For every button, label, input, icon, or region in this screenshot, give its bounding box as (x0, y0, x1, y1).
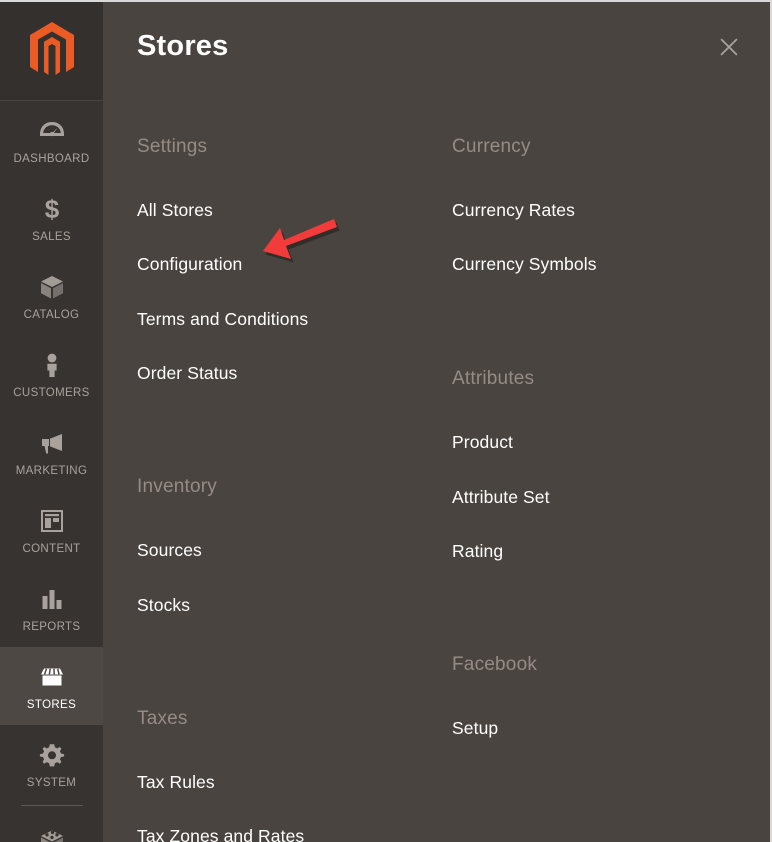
dollar-icon: $ (37, 194, 67, 224)
sidebar-item-extensions[interactable] (0, 806, 103, 842)
menu-item-stocks[interactable]: Stocks (137, 595, 190, 616)
menu-group-facebook: Facebook (452, 654, 537, 676)
magento-logo-icon (28, 22, 76, 80)
menu-item-product[interactable]: Product (452, 432, 513, 453)
sidebar-item-label: SYSTEM (26, 776, 77, 789)
menu-item-setup[interactable]: Setup (452, 718, 498, 739)
bar-chart-icon (37, 584, 67, 614)
gear-icon (37, 740, 67, 770)
page-title: Stores (137, 30, 229, 62)
box-icon (37, 272, 67, 302)
sidebar-item-label: CUSTOMERS (13, 386, 90, 399)
menu-item-currency-symbols[interactable]: Currency Symbols (452, 254, 597, 275)
sidebar-item-label: CONTENT (22, 542, 81, 555)
sidebar-item-label: STORES (26, 698, 77, 711)
menu-item-attribute-set[interactable]: Attribute Set (452, 487, 550, 508)
menu-group-title: Taxes (137, 708, 188, 729)
sidebar-item-label: SALES (32, 230, 71, 243)
menu-group-title: Attributes (452, 368, 535, 389)
menu-group-title: Inventory (137, 476, 217, 497)
sidebar-item-label: REPORTS (22, 620, 81, 633)
megaphone-icon (37, 428, 67, 458)
menu-group-inventory: Inventory (137, 476, 217, 498)
panel-header: Stores (103, 2, 770, 100)
menu-item-rating[interactable]: Rating (452, 541, 503, 562)
menu-group-title: Settings (137, 136, 208, 157)
sidebar-item-label: CATALOG (23, 308, 80, 321)
sidebar-item-dashboard[interactable]: DASHBOARD (0, 101, 103, 179)
menu-group-currency: Currency (452, 136, 531, 158)
sidebar-item-catalog[interactable]: CATALOG (0, 257, 103, 335)
menu-group-taxes: Taxes (137, 708, 188, 730)
menu-item-order-status[interactable]: Order Status (137, 363, 237, 384)
menu-item-currency-rates[interactable]: Currency Rates (452, 200, 575, 221)
stores-menu-panel: Stores Settings All Stores Configuration… (103, 2, 770, 842)
sidebar-item-reports[interactable]: REPORTS (0, 569, 103, 647)
menu-item-configuration[interactable]: Configuration (137, 254, 242, 275)
sidebar-item-system[interactable]: SYSTEM (0, 725, 103, 803)
gauge-icon (37, 116, 67, 146)
menu-item-tax-zones-and-rates[interactable]: Tax Zones and Rates (137, 826, 304, 842)
close-icon[interactable] (710, 28, 748, 66)
person-icon (37, 350, 67, 380)
menu-group-settings: Settings (137, 136, 207, 158)
menu-item-tax-rules[interactable]: Tax Rules (137, 772, 215, 793)
layout-icon (37, 506, 67, 536)
extension-icon (37, 827, 67, 842)
magento-admin-stores-menu: DASHBOARD $ SALES CATALOG CUSTOMERS MARK… (0, 0, 772, 842)
menu-column-left: Settings All Stores Configuration Terms … (103, 100, 438, 842)
sidebar-item-sales[interactable]: $ SALES (0, 179, 103, 257)
menu-group-attributes: Attributes (452, 368, 534, 390)
menu-columns: Settings All Stores Configuration Terms … (103, 100, 770, 842)
sidebar-item-customers[interactable]: CUSTOMERS (0, 335, 103, 413)
menu-group-title: Facebook (452, 654, 538, 675)
magento-logo-button[interactable] (0, 2, 103, 101)
sidebar-item-label: MARKETING (15, 464, 88, 477)
sidebar-item-content[interactable]: CONTENT (0, 491, 103, 569)
svg-text:$: $ (44, 195, 59, 223)
menu-item-sources[interactable]: Sources (137, 540, 202, 561)
menu-item-terms-and-conditions[interactable]: Terms and Conditions (137, 309, 308, 330)
sidebar-item-label: DASHBOARD (13, 152, 90, 165)
menu-item-all-stores[interactable]: All Stores (137, 200, 213, 221)
admin-sidebar: DASHBOARD $ SALES CATALOG CUSTOMERS MARK… (0, 2, 103, 842)
sidebar-item-marketing[interactable]: MARKETING (0, 413, 103, 491)
sidebar-item-stores[interactable]: STORES (0, 647, 103, 725)
menu-column-right: Currency Currency Rates Currency Symbols… (438, 100, 768, 842)
menu-group-title: Currency (452, 136, 531, 157)
storefront-icon (37, 662, 67, 692)
